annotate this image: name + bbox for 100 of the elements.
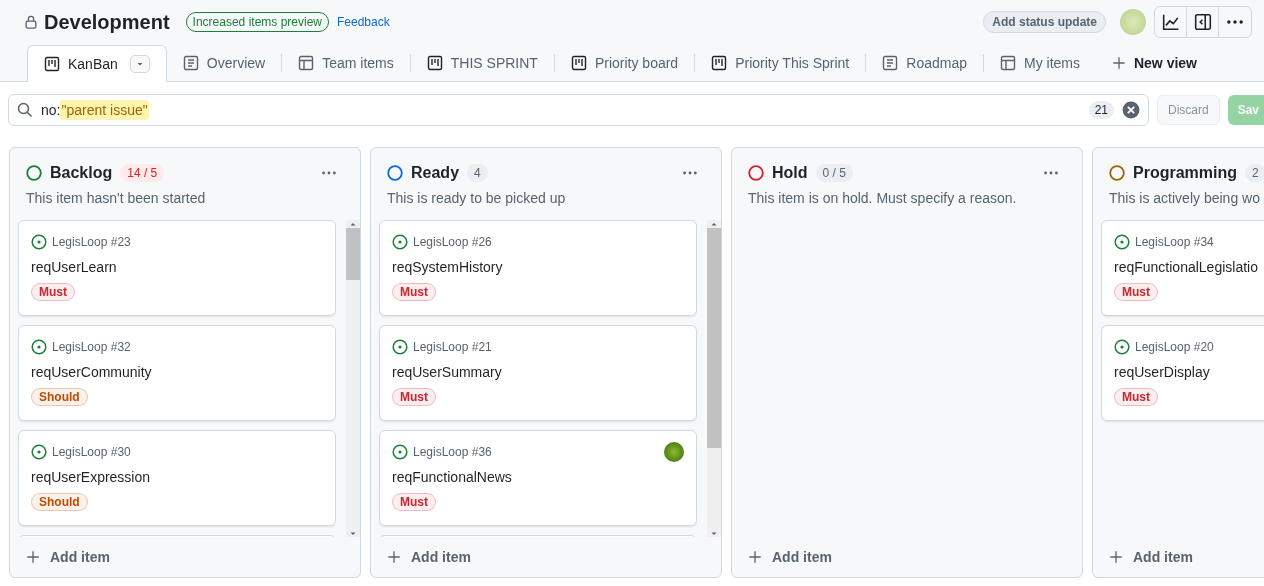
new-view-button[interactable]: New view — [1095, 44, 1213, 81]
user-avatar — [1120, 9, 1146, 35]
add-item-button[interactable]: Add item — [732, 537, 1082, 577]
kebab-icon — [683, 171, 697, 175]
column-menu-button[interactable] — [322, 171, 336, 175]
priority-label: Must — [392, 388, 436, 406]
issue-title[interactable]: reqUserExpression — [31, 469, 323, 485]
open-issue-icon — [1114, 339, 1130, 355]
issue-card[interactable]: LegisLoop #30 reqUserExpression Should — [18, 430, 336, 526]
item-count: 4 — [467, 164, 488, 182]
column-title: Programming — [1133, 164, 1237, 182]
kebab-icon — [1044, 171, 1058, 175]
view-tab[interactable]: Priority This Sprint — [695, 44, 866, 81]
board-icon — [711, 54, 728, 71]
issue-title[interactable]: reqSystemHistory — [392, 259, 684, 275]
result-count: 21 — [1088, 101, 1114, 119]
search-icon — [17, 102, 33, 118]
open-issue-icon — [1114, 234, 1130, 250]
plus-icon — [748, 550, 762, 564]
project-title: Development — [44, 10, 170, 34]
add-item-button[interactable]: Add item — [1093, 537, 1264, 577]
list-icon — [882, 54, 899, 71]
priority-label: Must — [392, 283, 436, 301]
issue-reference: LegisLoop #26 — [413, 235, 492, 249]
filter-query: no:"parent issue" — [41, 102, 149, 118]
priority-label: Must — [31, 283, 75, 301]
plus-icon — [1111, 55, 1126, 70]
priority-label: Must — [392, 493, 436, 511]
filter-field[interactable]: no:"parent issue" 21 — [8, 94, 1149, 126]
issue-reference: LegisLoop #32 — [52, 340, 131, 354]
issue-reference: LegisLoop #34 — [1135, 235, 1214, 249]
table-icon — [999, 54, 1016, 71]
issue-card[interactable]: LegisLoop #21 reqUserSummary Must — [379, 325, 697, 421]
board-icon — [570, 54, 587, 71]
scroll-down-icon — [349, 530, 357, 537]
view-tab[interactable]: Overview — [166, 44, 282, 81]
priority-label: Must — [1114, 388, 1158, 406]
column-title: Hold — [772, 164, 808, 182]
kebab-icon — [322, 171, 336, 175]
column-menu-button[interactable] — [1044, 171, 1058, 175]
column-description: This is ready to be picked up — [386, 189, 567, 206]
open-issue-icon — [392, 234, 408, 250]
issue-title[interactable]: reqUserLearn — [31, 259, 323, 275]
issue-title[interactable]: reqUserCommunity — [31, 364, 323, 380]
issue-card[interactable]: LegisLoop #20 reqUserDisplay Must — [1101, 325, 1264, 421]
scrollbar[interactable] — [346, 220, 360, 537]
issue-card[interactable]: LegisLoop #32 reqUserCommunity Should — [18, 325, 336, 421]
add-status-update-button[interactable]: Add status update — [983, 11, 1106, 33]
open-issue-icon — [31, 339, 47, 355]
column-description: This item hasn't been started — [25, 189, 207, 206]
issue-card[interactable]: LegisLoop #36 reqFunctionalNews Must — [379, 430, 697, 526]
plus-icon — [1109, 550, 1123, 564]
issue-title[interactable]: reqUserDisplay — [1114, 364, 1264, 380]
priority-label: Should — [31, 493, 88, 511]
board-icon — [44, 55, 60, 72]
column-description: This is actively being wo — [1108, 189, 1261, 206]
view-tab[interactable]: My items — [983, 44, 1096, 81]
scrollbar-thumb[interactable] — [346, 228, 360, 280]
issue-card[interactable]: LegisLoop #23 reqUserLearn Must — [18, 220, 336, 316]
priority-label: Should — [31, 388, 88, 406]
scroll-down-icon — [710, 530, 718, 537]
panel-icon — [1193, 13, 1212, 31]
column-description: This item is on hold. Must specify a reason. — [747, 189, 1018, 206]
chart-icon — [1161, 13, 1180, 31]
column-title: Ready — [411, 164, 460, 182]
priority-label: Must — [1114, 283, 1158, 301]
view-tab[interactable]: KanBan — [27, 44, 167, 82]
plus-icon — [387, 550, 401, 564]
issue-card[interactable]: LegisLoop #26 reqSystemHistory Must — [379, 220, 697, 316]
scrollbar-thumb[interactable] — [707, 228, 721, 448]
issue-title[interactable]: reqUserSummary — [392, 364, 684, 380]
issue-reference: LegisLoop #30 — [52, 445, 131, 459]
issue-card[interactable]: LegisLoop #34 reqFunctionalLegislatio Must — [1101, 220, 1264, 316]
view-tab[interactable]: Priority board — [554, 44, 695, 81]
add-item-button[interactable]: Add item — [371, 537, 721, 577]
add-item-button[interactable]: Add item — [10, 537, 360, 577]
issue-title[interactable]: reqFunctionalNews — [392, 469, 684, 485]
open-issue-icon — [392, 444, 408, 460]
item-count: 14 / 5 — [120, 164, 165, 182]
view-tab[interactable]: Team items — [282, 44, 410, 81]
issue-reference: LegisLoop #21 — [413, 340, 492, 354]
board-icon — [426, 54, 443, 71]
view-tab[interactable]: THIS SPRINT — [410, 44, 554, 81]
issue-reference: LegisLoop #23 — [52, 235, 131, 249]
item-count: 0 / 5 — [815, 164, 853, 182]
view-tab[interactable]: Roadmap — [866, 44, 983, 81]
column-title: Backlog — [50, 164, 113, 182]
issue-reference: LegisLoop #36 — [413, 445, 492, 459]
open-issue-icon — [31, 444, 47, 460]
table-icon — [298, 54, 315, 71]
open-issue-icon — [392, 339, 408, 355]
feedback-link[interactable]: Feedback — [337, 15, 390, 29]
open-issue-icon — [31, 234, 47, 250]
column-menu-button[interactable] — [683, 171, 697, 175]
clear-button[interactable] — [1122, 101, 1140, 119]
kebab-icon — [1227, 20, 1243, 24]
plus-icon — [26, 550, 40, 564]
issue-title[interactable]: reqFunctionalLegislatio — [1114, 259, 1264, 275]
item-count: 2 — [1245, 164, 1264, 182]
scrollbar[interactable] — [707, 220, 721, 537]
